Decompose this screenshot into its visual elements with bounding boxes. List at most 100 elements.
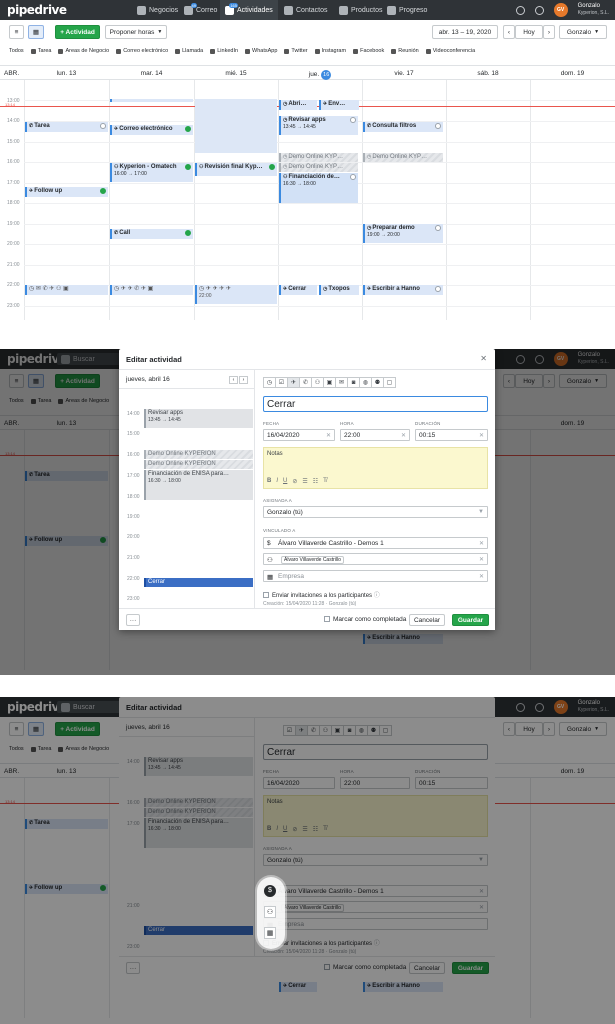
complete-checkbox[interactable] — [100, 123, 106, 129]
more-button[interactable]: ··· — [126, 614, 140, 626]
calendar-event[interactable]: ⚇Revisión final Kyp… — [195, 163, 277, 176]
complete-checkbox[interactable] — [435, 286, 441, 292]
avatar[interactable]: GV — [553, 3, 568, 17]
owner-filter[interactable]: Gonzalo▼ — [559, 25, 607, 39]
prev-day-button[interactable]: ‹ — [229, 376, 238, 384]
agenda-event-current[interactable]: Cerrar — [144, 578, 253, 587]
complete-checkbox[interactable] — [350, 117, 356, 123]
complete-checkbox[interactable] — [269, 164, 275, 170]
nav-mail[interactable]: 49 Correo — [180, 0, 221, 20]
day-header-thu[interactable]: jue. 16 — [278, 70, 362, 80]
calendar-event[interactable]: ✈Follow up — [25, 187, 108, 197]
agenda-event[interactable]: Demo Online KYPERION — [144, 460, 253, 469]
calendar-event[interactable]: ✈Correo electrónico — [110, 125, 193, 135]
calendar-event[interactable]: ✈Cerrar — [279, 285, 317, 295]
save-button[interactable]: Guardar — [452, 614, 489, 626]
prev-week-button[interactable]: ‹ — [503, 25, 515, 39]
agenda-event[interactable]: Financiación de ENISA para… 16:30 → 18:00 — [144, 470, 253, 500]
nav-progress[interactable]: Progreso — [383, 0, 431, 20]
complete-checkbox[interactable] — [185, 126, 191, 132]
pipedrive-logo[interactable]: pipedrive — [7, 3, 67, 17]
calendar-event[interactable] — [110, 99, 193, 102]
nav-contacts[interactable]: Contactos — [280, 0, 332, 20]
complete-checkbox[interactable] — [435, 225, 441, 231]
calendar-event[interactable]: ✈Escribir a Hanno — [363, 285, 443, 295]
nav-deals[interactable]: Negocios — [133, 0, 182, 20]
calendar-event[interactable] — [195, 99, 277, 153]
deal-icon[interactable]: $ — [264, 885, 276, 897]
filter-instagram[interactable]: Instagram — [314, 48, 346, 54]
calendar-event[interactable]: ◷Demo Online KYP… — [363, 153, 443, 162]
next-day-button[interactable]: › — [239, 376, 248, 384]
filter-twitter[interactable]: Twitter — [284, 48, 308, 54]
subject-input[interactable]: Cerrar — [263, 396, 488, 412]
mark-done-checkbox[interactable]: Marcar como completada — [324, 616, 406, 623]
activity-type-selector[interactable]: ◷ ☑ ✈ ✆ ⚇ ▣ ✉ ◙ ◍ ⚉ ▢ — [263, 377, 396, 388]
agenda-nav[interactable]: ‹ › — [229, 376, 248, 384]
user-menu[interactable]: GonzaloKyperion, S.L. — [578, 3, 609, 17]
calendar-grid[interactable]: 13:00 14:00 15:00 16:00 17:00 18:00 19:0… — [0, 80, 615, 320]
complete-checkbox[interactable] — [350, 174, 356, 180]
calendar-event[interactable]: ◷Revisar apps 13:45 → 14:45 — [279, 116, 358, 135]
filter-email[interactable]: Correo electrónico — [116, 48, 168, 54]
day-header-sat[interactable]: sáb. 18 — [446, 70, 530, 77]
day-header-sun[interactable]: dom. 19 — [530, 70, 615, 77]
calendar-view-button[interactable]: ▦ — [28, 25, 44, 39]
lightbulb-icon[interactable] — [534, 5, 544, 15]
cancel-button[interactable]: Cancelar — [409, 614, 445, 626]
propose-times-button[interactable]: Proponer horas ▼ — [105, 25, 167, 39]
filter-facebook[interactable]: Facebook — [353, 48, 384, 54]
deal-field[interactable]: $Álvaro Villaverde Castrillo - Demos 1✕ — [263, 537, 488, 549]
filter-business-areas[interactable]: Areas de Negocio — [58, 48, 109, 54]
agenda-event[interactable]: Revisar apps 13:45 → 14:45 — [144, 409, 253, 428]
complete-checkbox[interactable] — [185, 230, 191, 236]
person-icon[interactable]: ⚇ — [264, 906, 276, 918]
tour-overlay[interactable] — [0, 697, 615, 1024]
calendar-event[interactable]: ⚇Financiación de… 16:30 → 18:00 — [279, 173, 358, 203]
calendar-event[interactable]: ◷Txopos — [319, 285, 359, 295]
complete-checkbox[interactable] — [100, 188, 106, 194]
day-header-mon[interactable]: lun. 13 — [24, 70, 109, 77]
next-week-button[interactable]: › — [543, 25, 555, 39]
day-header-fri[interactable]: vie. 17 — [362, 70, 446, 77]
help-icon[interactable] — [515, 5, 525, 15]
calendar-event[interactable]: ✆Tarea — [25, 122, 108, 132]
complete-checkbox[interactable] — [435, 123, 441, 129]
filter-videoconference[interactable]: Videoconferencia — [425, 48, 475, 54]
building-icon[interactable]: ▦ — [264, 927, 276, 939]
filter-all[interactable]: Todos — [9, 48, 24, 54]
filter-whatsapp[interactable]: WhatsApp — [245, 48, 277, 54]
date-range-picker[interactable]: abr. 13 – 19, 2020 — [432, 25, 498, 39]
nav-activities[interactable]: 165 Actividades — [220, 0, 278, 20]
calendar-event-icons[interactable]: ◷ ✈ ✈ ✆ ✈ ▣ — [110, 285, 193, 295]
list-view-button[interactable]: ≡ — [9, 25, 24, 39]
time-field[interactable]: 22:00 ✕ — [340, 429, 410, 441]
calendar-event[interactable]: ◷Demo Online KYP… — [279, 163, 358, 172]
calendar-event[interactable]: ◷Abri… — [279, 100, 317, 110]
complete-checkbox[interactable] — [185, 164, 191, 170]
filter-meeting[interactable]: Reunión — [391, 48, 419, 54]
person-field[interactable]: ⚇Álvaro Villaverde Castrillo✕ — [263, 553, 488, 565]
calendar-event-icons[interactable]: ◷ ✉ ✆ ✈ ⚇ ▣ — [25, 285, 108, 295]
agenda-event[interactable]: Demo Online KYPERION — [144, 450, 253, 459]
video-icon[interactable]: ▢ — [383, 377, 396, 388]
filter-call[interactable]: Llamada — [175, 48, 203, 54]
calendar-event[interactable]: ✈Env… — [319, 100, 359, 110]
filter-linkedin[interactable]: LinkedIn — [210, 48, 238, 54]
calendar-event[interactable]: ◷Preparar demo 19:00 → 20:00 — [363, 224, 443, 243]
today-button[interactable]: Hoy — [515, 25, 543, 39]
add-activity-button[interactable]: + Actividad — [55, 25, 100, 39]
close-icon[interactable]: ✕ — [480, 354, 487, 363]
calendar-event[interactable]: ⚇Kyperion - Omatech 16:00 → 17:00 — [110, 163, 193, 182]
organization-field[interactable]: ▦ Empresa ✕ — [263, 570, 488, 582]
duration-field[interactable]: 00:15 ✕ — [415, 429, 488, 441]
assigned-select[interactable]: Gonzalo (tú) ▼ — [263, 506, 488, 518]
date-field[interactable]: 16/04/2020 ✕ — [263, 429, 335, 441]
invite-checkbox[interactable]: Enviar invitaciones a los participantes … — [263, 590, 380, 599]
day-header-wed[interactable]: mié. 15 — [194, 70, 278, 77]
filter-task[interactable]: Tarea — [30, 48, 51, 54]
notes-editor[interactable]: Notas B I U ⊘ ☰ ☷ T̸ — [263, 447, 488, 489]
day-header-tue[interactable]: mar. 14 — [109, 70, 194, 77]
calendar-event-icons[interactable]: ◷ ✈ ✈ ✈ ✈ 22:00 — [195, 285, 277, 304]
calendar-event[interactable]: ◷Demo Online KYP… — [279, 153, 358, 162]
